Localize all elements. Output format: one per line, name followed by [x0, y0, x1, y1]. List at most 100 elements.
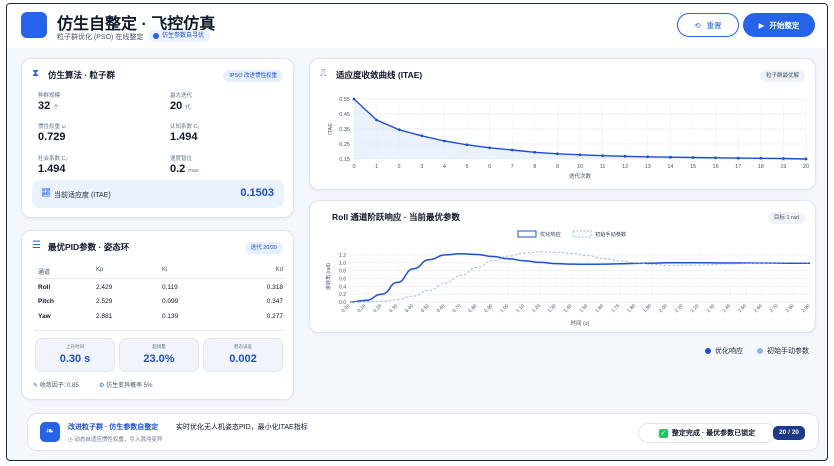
pid-channel-name: Yaw	[38, 313, 51, 320]
y-tick-label: 1.0	[339, 261, 346, 267]
banner-description: 实时优化无人机姿态PID，最小化ITAE指标	[176, 424, 308, 431]
convergence-chart: 0.150.250.350.450.550 1 2 3 4 5 6 7 8 9 10 11 12 13 14…	[328, 97, 809, 180]
stat-label: 稳态误差	[234, 344, 252, 349]
x-tick-label: 0.20	[372, 303, 383, 314]
y-tick-label: 0.6	[339, 276, 346, 282]
data-point	[736, 156, 740, 160]
data-point	[488, 146, 491, 150]
y-axis-label: 滚转角 (rad)	[325, 263, 332, 290]
x-tick-label: 8	[533, 164, 536, 170]
pid-kp: 2.881	[96, 313, 113, 320]
clock-icon: ◷	[68, 437, 73, 443]
x-tick-label: 19	[780, 164, 786, 170]
app-window: 仿生自整定 · 飞控仿真 粒子群优化 (PSO) 在线整定 仿生参数自寻优 ⟲ …	[6, 3, 828, 461]
data-point	[443, 139, 446, 143]
y-tick-label: 0.8	[339, 269, 346, 275]
data-point	[352, 97, 356, 101]
pid-header-channel: 通道	[38, 270, 51, 276]
pid-kd: 0.277	[266, 313, 283, 320]
pid-ki: 0.139	[162, 313, 179, 320]
algorithm-badge: IPSO 改进惯性权重	[223, 70, 283, 82]
pid-header-ki: Ki	[162, 267, 168, 273]
page-subtitle: 粒子群优化 (PSO) 在线整定	[57, 34, 144, 41]
banner-subtext-label: 动态自适应惯性权重，引入混沌变异	[74, 437, 163, 443]
legend-label: 优化响应	[540, 230, 561, 238]
metric-label: 速度智位	[170, 156, 193, 162]
x-tick-label: 0.90	[483, 303, 494, 314]
metric-value: 1.494	[38, 163, 66, 175]
hourglass-icon: ⧗	[32, 68, 40, 79]
convergence-note: ✎ 收敛因子: 0.85	[33, 380, 79, 389]
data-point	[691, 156, 695, 159]
metric-label: 最大迭代	[170, 93, 193, 99]
iteration-badge: 迭代 20/20	[244, 242, 283, 254]
data-point	[465, 143, 469, 147]
x-tick-label: 7	[511, 164, 514, 170]
algorithm-card-title: 仿生算法 · 粒子群	[48, 70, 116, 80]
legend-label: 优化响应	[715, 348, 743, 355]
pid-channel-name: Pitch	[38, 298, 54, 305]
convergence-factor: 收敛因子: 0.85	[39, 383, 79, 389]
data-point	[782, 157, 785, 160]
data-point	[578, 153, 582, 157]
app-header: 仿生自整定 · 飞控仿真 粒子群优化 (PSO) 在线整定 仿生参数自寻优 ⟲ …	[7, 4, 827, 48]
fitness-value: 0.1503	[240, 187, 274, 199]
x-axis-label: 时间 (s)	[571, 319, 590, 327]
x-tick-label: 3	[420, 164, 423, 170]
x-tick-label: 6	[488, 164, 491, 170]
y-axis-label: ITAE	[328, 123, 334, 135]
x-tick-label: 15	[690, 164, 696, 170]
banner-subtext: ◷ 动态自适应惯性权重，引入混沌变异	[68, 435, 162, 443]
reset-button[interactable]: ⟲ 重置	[677, 13, 739, 37]
gear-icon: ⚙	[99, 383, 105, 389]
pid-kd: 0.347	[266, 298, 283, 305]
data-point	[646, 155, 650, 159]
legend-dot-icon	[757, 347, 763, 354]
overshoot-stat: 超调量 23.0%	[119, 338, 199, 372]
x-tick-label: 11	[600, 164, 606, 170]
play-icon: ▶	[758, 20, 765, 30]
x-tick-label: 0.10	[356, 303, 367, 314]
x-tick-label: 16	[713, 164, 719, 170]
data-point	[623, 154, 627, 158]
reset-icon: ⟲	[694, 20, 701, 30]
x-tick-label: 1.80	[626, 303, 637, 314]
pid-channel-name: Roll	[38, 284, 51, 291]
pid-ki: 0.099	[162, 298, 179, 305]
reset-button-label: 重置	[706, 20, 722, 30]
data-point	[420, 134, 424, 138]
x-tick-label: 0.50	[420, 303, 431, 314]
x-tick-label: 0.30	[388, 303, 399, 314]
x-tick-label: 2	[398, 164, 401, 170]
algorithm-card: ⧗ 仿生算法 · 粒子群 IPSO 改进惯性权重 种群规模 32 个 最大迭代 2…	[21, 58, 294, 218]
data-point	[556, 152, 559, 156]
divider	[34, 330, 284, 331]
x-tick-label: 2.40	[721, 303, 732, 314]
metric-value: 32 个	[38, 100, 59, 112]
data-point	[669, 155, 672, 159]
sliders-icon: ☰	[32, 240, 41, 251]
x-tick-label: 1.90	[642, 303, 653, 314]
metric-value: 0.729	[38, 131, 66, 143]
mode-badge: 仿生参数自寻优	[148, 30, 211, 42]
stat-label: 超调量	[152, 344, 166, 349]
x-tick-label: 2.90	[801, 303, 812, 314]
pid-header-kd: Kd	[275, 267, 283, 273]
x-tick-label: 0.80	[467, 303, 478, 314]
start-tuning-button[interactable]: ▶ 开始整定	[743, 13, 815, 37]
x-tick-label: 2.10	[674, 303, 685, 314]
x-tick-label: 2.80	[785, 303, 796, 314]
x-tick-label: 0.60	[436, 303, 447, 314]
x-tick-label: 17	[735, 164, 741, 170]
fitness-label: 当前适应度 (ITAE)	[54, 192, 111, 199]
y-tick-label: 0.55	[339, 97, 350, 103]
x-tick-label: 1.40	[563, 303, 574, 314]
legend-dot-icon	[705, 347, 711, 354]
x-tick-label: 0	[352, 164, 355, 170]
x-tick-label: 1.10	[515, 303, 526, 314]
x-tick-label: 12	[622, 164, 628, 170]
convergence-chart-card: ⎍ 适应度收敛曲线 (ITAE) 粒子群最优解 0.15 0.25 0.35 0.45…	[309, 58, 816, 190]
tuning-status: ✓ 整定完成 · 最优参数已锁定	[638, 423, 776, 443]
step-response-card: Roll 通道阶跃响应 · 当前最优参数 目标 1 rad 0.0 0.2 0.4 0…	[309, 200, 816, 333]
x-tick-label: 1.60	[594, 303, 605, 314]
